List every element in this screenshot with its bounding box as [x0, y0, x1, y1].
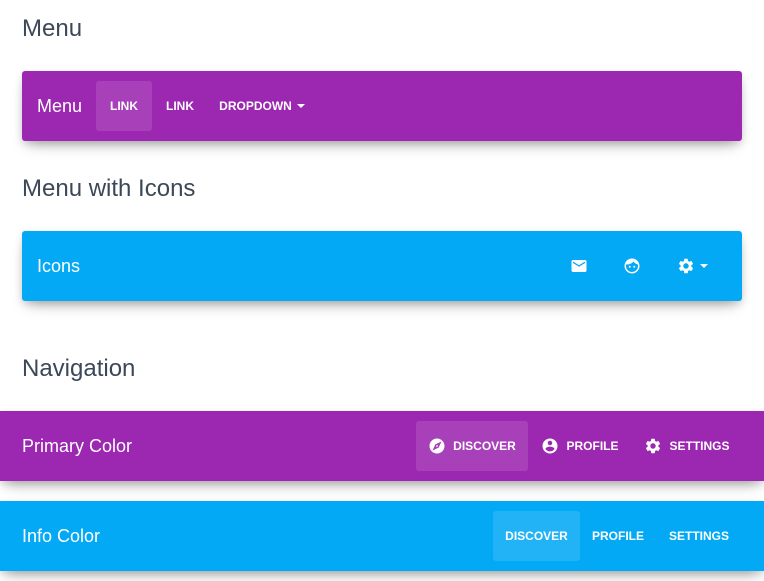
- dropdown-toggle[interactable]: DROPDOWN: [208, 81, 316, 131]
- nav-profile[interactable]: PROFILE: [530, 421, 630, 471]
- settings-icon: [644, 437, 662, 455]
- nav-discover[interactable]: DISCOVER: [416, 421, 528, 471]
- nav-profile[interactable]: PROFILE: [580, 511, 656, 561]
- section-title-navigation: Navigation: [22, 355, 136, 382]
- nav-settings[interactable]: SETTINGS: [632, 421, 742, 471]
- nav-link-1[interactable]: LINK: [96, 81, 152, 131]
- nav-profile-label: PROFILE: [566, 439, 619, 453]
- navbar-brand[interactable]: Icons: [37, 256, 80, 277]
- email-button[interactable]: [558, 231, 600, 301]
- nav-settings[interactable]: SETTINGS: [656, 511, 742, 561]
- nav-link-label: LINK: [110, 99, 138, 113]
- nav-settings-label: SETTINGS: [668, 529, 729, 543]
- nav-discover-label: DISCOVER: [505, 529, 568, 543]
- navbar-brand[interactable]: Menu: [37, 96, 82, 117]
- settings-icon: [677, 257, 695, 275]
- nav-profile-label: PROFILE: [591, 529, 644, 543]
- nav-link-label: LINK: [166, 99, 194, 113]
- nav-link-2[interactable]: LINK: [152, 81, 208, 131]
- dropdown-label: DROPDOWN: [219, 99, 292, 113]
- settings-dropdown-button[interactable]: [667, 231, 717, 301]
- nav-discover-label: DISCOVER: [453, 439, 516, 453]
- caret-down-icon: [296, 104, 305, 108]
- info-navbar: Info Color DISCOVER PROFILE SETTINGS: [0, 501, 764, 571]
- caret-down-icon: [699, 264, 708, 268]
- account-circle-icon: [541, 437, 559, 455]
- navbar-brand[interactable]: Info Color: [22, 526, 100, 547]
- email-icon: [570, 257, 588, 275]
- explore-icon: [428, 437, 446, 455]
- section-title-menu: Menu: [22, 15, 83, 42]
- navbar-brand[interactable]: Primary Color: [22, 436, 132, 457]
- nav-settings-label: SETTINGS: [669, 439, 730, 453]
- nav-discover[interactable]: DISCOVER: [493, 511, 580, 561]
- face-icon: [623, 257, 641, 275]
- section-title-menu-with-icons: Menu with Icons: [22, 175, 196, 202]
- face-button[interactable]: [611, 231, 653, 301]
- icons-navbar: Icons: [22, 231, 742, 301]
- menu-navbar: Menu LINK LINK DROPDOWN: [22, 71, 742, 141]
- primary-navbar: Primary Color DISCOVER PROFILE SETTINGS: [0, 411, 764, 481]
